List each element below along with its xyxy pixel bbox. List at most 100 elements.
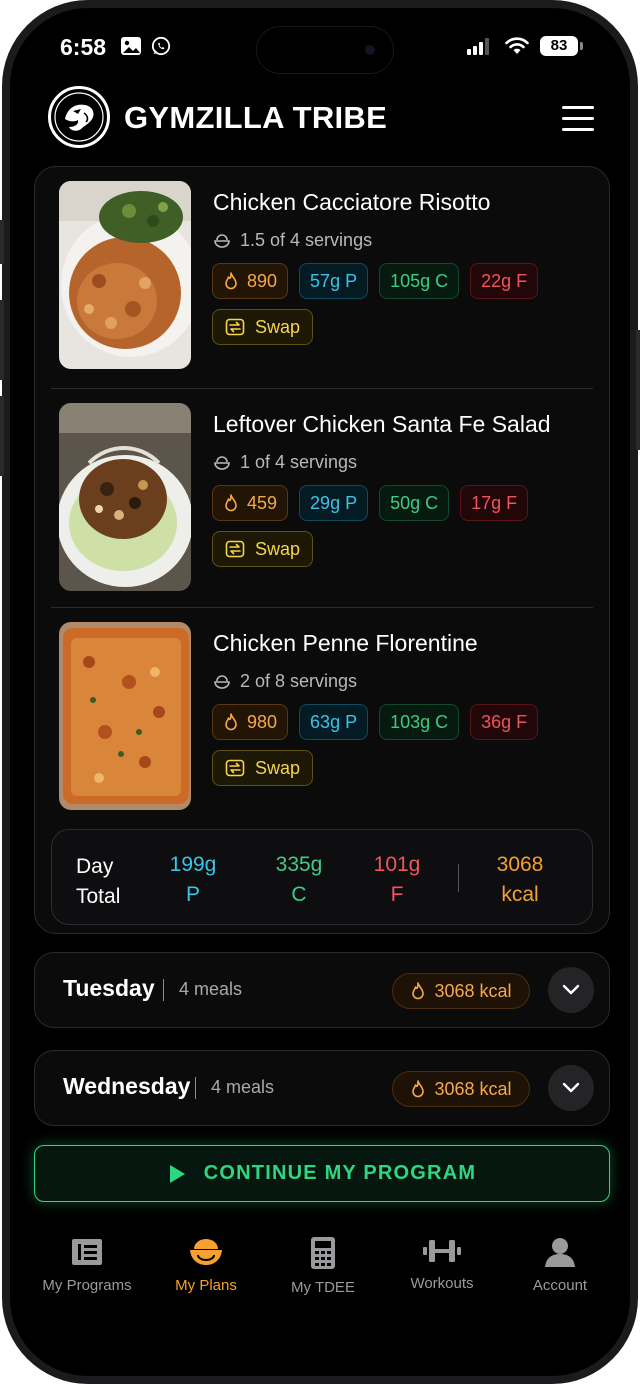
swap-icon	[225, 318, 245, 336]
status-time: 6:58	[60, 34, 107, 60]
bowl-icon	[214, 455, 230, 470]
servings-text: 2 of 8 servings	[240, 671, 358, 691]
swap-button[interactable]: Swap	[212, 750, 314, 786]
day-kcal-pill: 3068 kcal	[392, 973, 530, 1009]
nav-item-my-programs[interactable]: My Programs	[22, 1236, 152, 1294]
day-row-wednesday[interactable]: Wednesday 4 meals 3068 kcal	[34, 1050, 610, 1126]
meal-photo-salad[interactable]	[59, 403, 191, 591]
day-kcal-value: 3068 kcal	[434, 1078, 512, 1099]
meal-item[interactable]: Chicken Cacciatore Risotto 1.5 of 4 serv…	[51, 167, 593, 381]
calorie-value: 980	[247, 712, 278, 732]
day-meal-count: 4 meals	[211, 1077, 275, 1097]
fat-chip: 36g F	[470, 704, 539, 740]
total-carbs-value: 335g	[275, 853, 323, 876]
carbs-chip: 103g C	[379, 704, 460, 740]
dynamic-island	[256, 26, 394, 74]
meal-title[interactable]: Leftover Chicken Santa Fe Salad	[213, 411, 551, 438]
swap-button[interactable]: Swap	[212, 309, 314, 345]
programs-icon	[72, 1239, 102, 1265]
total-kcal-value: 3068	[496, 853, 544, 876]
bowl-icon	[214, 233, 230, 248]
flame-icon	[412, 1080, 425, 1098]
total-fat: 101g F	[352, 850, 442, 910]
protein-chip: 57g P	[299, 263, 369, 299]
phone-frame: 6:58 83 GYMZILLA TRIBE Chicken Cacciator…	[0, 0, 640, 1384]
total-protein-value: 199g	[169, 853, 217, 876]
day-name: Wednesday	[63, 1073, 191, 1099]
meal-photo-penne[interactable]	[59, 622, 191, 810]
protein-chip: 29g P	[299, 485, 369, 521]
servings-text: 1.5 of 4 servings	[240, 230, 373, 250]
servings-info: 1.5 of 4 servings	[213, 230, 372, 251]
status-bar: 6:58 83	[10, 8, 630, 88]
meal-title[interactable]: Chicken Penne Florentine	[213, 630, 478, 657]
calorie-value: 459	[247, 493, 278, 513]
day-total-label: Day Total	[76, 852, 120, 912]
servings-info: 2 of 8 servings	[213, 671, 357, 692]
flame-icon	[412, 982, 425, 1000]
total-divider	[458, 864, 459, 892]
day-separator	[195, 1077, 196, 1099]
volume-down-button	[0, 396, 4, 476]
brand-logo[interactable]	[48, 86, 110, 148]
nav-label: Workouts	[410, 1275, 474, 1292]
calorie-chip: 980	[212, 704, 289, 740]
fat-chip: 22g F	[470, 263, 539, 299]
brand-title: GYMZILLA TRIBE	[124, 100, 388, 135]
chevron-down-icon	[562, 1082, 580, 1093]
protein-chip: 63g P	[299, 704, 369, 740]
day-meal-card: Chicken Cacciatore Risotto 1.5 of 4 serv…	[34, 166, 610, 934]
meal-item[interactable]: Chicken Penne Florentine 2 of 8 servings…	[51, 607, 593, 821]
hamburger-menu-icon[interactable]	[562, 106, 594, 132]
total-carbs: 335g C	[254, 850, 344, 910]
day-kcal-value: 3068 kcal	[434, 980, 512, 1001]
day-total-label-line1: Day	[76, 855, 114, 878]
swap-icon	[225, 759, 245, 777]
swap-label: Swap	[255, 538, 301, 559]
nav-item-workouts[interactable]: Workouts	[377, 1236, 507, 1292]
day-row-tuesday[interactable]: Tuesday 4 meals 3068 kcal	[34, 952, 610, 1028]
bowl-icon	[190, 1239, 222, 1265]
servings-info: 1 of 4 servings	[213, 452, 357, 473]
continue-program-button[interactable]: CONTINUE MY PROGRAM	[34, 1145, 610, 1202]
day-meal-count: 4 meals	[179, 979, 243, 999]
total-kcal: 3068 kcal	[475, 850, 565, 910]
swap-label: Swap	[255, 316, 301, 337]
power-button	[636, 330, 640, 450]
expand-chevron-button[interactable]	[548, 1065, 594, 1111]
meal-title[interactable]: Chicken Cacciatore Risotto	[213, 189, 490, 216]
flame-icon	[225, 494, 237, 512]
continue-program-label: CONTINUE MY PROGRAM	[203, 1162, 477, 1184]
flame-icon	[225, 272, 237, 290]
user-icon	[545, 1238, 575, 1267]
meal-photo-risotto[interactable]	[59, 181, 191, 369]
day-total-label-line2: Total	[76, 885, 121, 908]
bowl-icon	[214, 674, 230, 689]
calorie-chip: 890	[212, 263, 289, 299]
carbs-chip: 50g C	[379, 485, 450, 521]
total-protein-unit: P	[185, 883, 200, 906]
calorie-value: 890	[247, 271, 278, 291]
carbs-chip: 105g C	[379, 263, 460, 299]
dumbbell-icon	[423, 1240, 461, 1262]
nav-item-my-plans[interactable]: My Plans	[141, 1236, 271, 1294]
calculator-icon	[311, 1237, 335, 1269]
image-icon	[121, 37, 141, 55]
nav-label: My Plans	[175, 1277, 237, 1294]
battery-indicator: 83	[540, 36, 583, 56]
chevron-down-icon	[562, 984, 580, 995]
meal-item[interactable]: Leftover Chicken Santa Fe Salad 1 of 4 s…	[51, 388, 593, 602]
nav-item-account[interactable]: Account	[495, 1236, 625, 1294]
nav-label: My TDEE	[291, 1279, 355, 1296]
servings-text: 1 of 4 servings	[240, 452, 358, 472]
total-kcal-unit: kcal	[501, 883, 539, 906]
calorie-chip: 459	[212, 485, 289, 521]
total-carbs-unit: C	[291, 883, 307, 906]
nav-item-my-tdee[interactable]: My TDEE	[258, 1236, 388, 1296]
volume-up-button	[0, 300, 4, 380]
signal-icon	[467, 38, 489, 55]
day-total-summary: Day Total 199g P 335g C 101g F 3068 kcal	[51, 829, 593, 925]
total-fat-value: 101g	[373, 853, 421, 876]
expand-chevron-button[interactable]	[548, 967, 594, 1013]
swap-button[interactable]: Swap	[212, 531, 314, 567]
